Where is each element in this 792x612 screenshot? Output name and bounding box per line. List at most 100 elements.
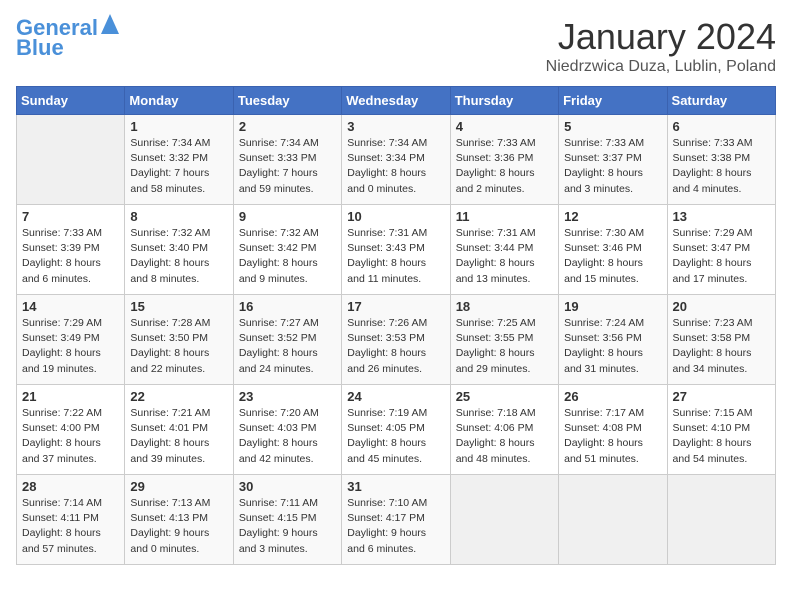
day-number: 26 — [564, 389, 661, 404]
calendar-cell — [667, 475, 775, 565]
calendar-cell — [17, 115, 125, 205]
day-info: Sunrise: 7:18 AMSunset: 4:06 PMDaylight:… — [456, 406, 553, 467]
logo: General Blue — [16, 16, 119, 60]
day-info: Sunrise: 7:19 AMSunset: 4:05 PMDaylight:… — [347, 406, 444, 467]
calendar-cell: 6 Sunrise: 7:33 AMSunset: 3:38 PMDaylight… — [667, 115, 775, 205]
calendar-cell: 13Sunrise: 7:29 AMSunset: 3:47 PMDayligh… — [667, 205, 775, 295]
day-info: Sunrise: 7:27 AMSunset: 3:52 PMDaylight:… — [239, 316, 336, 377]
calendar-cell: 27Sunrise: 7:15 AMSunset: 4:10 PMDayligh… — [667, 385, 775, 475]
day-number: 8 — [130, 209, 227, 224]
header-friday: Friday — [559, 87, 667, 115]
week-row-1: 7 Sunrise: 7:33 AMSunset: 3:39 PMDaylight… — [17, 205, 776, 295]
day-number: 17 — [347, 299, 444, 314]
day-number: 23 — [239, 389, 336, 404]
day-info: Sunrise: 7:15 AMSunset: 4:10 PMDaylight:… — [673, 406, 770, 467]
header-tuesday: Tuesday — [233, 87, 341, 115]
day-number: 15 — [130, 299, 227, 314]
calendar-cell: 23 Sunrise: 7:20 AMSunset: 4:03 PMDayligh… — [233, 385, 341, 475]
calendar-cell: 31 Sunrise: 7:10 AMSunset: 4:17 PMDayligh… — [342, 475, 450, 565]
logo-triangle-icon — [101, 14, 119, 34]
week-row-4: 28 Sunrise: 7:14 AMSunset: 4:11 PMDayligh… — [17, 475, 776, 565]
calendar-cell: 16 Sunrise: 7:27 AMSunset: 3:52 PMDayligh… — [233, 295, 341, 385]
calendar-cell: 1Sunrise: 7:34 AMSunset: 3:32 PMDaylight… — [125, 115, 233, 205]
calendar-cell: 20Sunrise: 7:23 AMSunset: 3:58 PMDayligh… — [667, 295, 775, 385]
calendar-cell: 5 Sunrise: 7:33 AMSunset: 3:37 PMDaylight… — [559, 115, 667, 205]
day-info: Sunrise: 7:34 AMSunset: 3:33 PMDaylight:… — [239, 136, 336, 197]
day-info: Sunrise: 7:31 AMSunset: 3:44 PMDaylight:… — [456, 226, 553, 287]
day-info: Sunrise: 7:29 AMSunset: 3:47 PMDaylight:… — [673, 226, 770, 287]
title-section: January 2024 Niedrzwica Duza, Lublin, Po… — [546, 16, 776, 76]
day-info: Sunrise: 7:17 AMSunset: 4:08 PMDaylight:… — [564, 406, 661, 467]
day-number: 4 — [456, 119, 553, 134]
page-header: General Blue January 2024 Niedrzwica Duz… — [16, 16, 776, 76]
calendar-cell: 11 Sunrise: 7:31 AMSunset: 3:44 PMDayligh… — [450, 205, 558, 295]
day-number: 7 — [22, 209, 119, 224]
day-number: 21 — [22, 389, 119, 404]
day-number: 12 — [564, 209, 661, 224]
day-info: Sunrise: 7:34 AMSunset: 3:32 PMDaylight:… — [130, 136, 227, 197]
day-info: Sunrise: 7:13 AMSunset: 4:13 PMDaylight:… — [130, 496, 227, 557]
header-sunday: Sunday — [17, 87, 125, 115]
calendar-body: 1Sunrise: 7:34 AMSunset: 3:32 PMDaylight… — [17, 115, 776, 565]
day-info: Sunrise: 7:20 AMSunset: 4:03 PMDaylight:… — [239, 406, 336, 467]
calendar-cell: 4 Sunrise: 7:33 AMSunset: 3:36 PMDaylight… — [450, 115, 558, 205]
day-info: Sunrise: 7:10 AMSunset: 4:17 PMDaylight:… — [347, 496, 444, 557]
week-row-3: 21 Sunrise: 7:22 AMSunset: 4:00 PMDayligh… — [17, 385, 776, 475]
day-info: Sunrise: 7:33 AMSunset: 3:37 PMDaylight:… — [564, 136, 661, 197]
header-saturday: Saturday — [667, 87, 775, 115]
day-info: Sunrise: 7:14 AMSunset: 4:11 PMDaylight:… — [22, 496, 119, 557]
calendar-cell: 30 Sunrise: 7:11 AMSunset: 4:15 PMDayligh… — [233, 475, 341, 565]
calendar-cell: 14Sunrise: 7:29 AMSunset: 3:49 PMDayligh… — [17, 295, 125, 385]
day-number: 24 — [347, 389, 444, 404]
calendar-table: SundayMondayTuesdayWednesdayThursdayFrid… — [16, 86, 776, 565]
calendar-cell: 29 Sunrise: 7:13 AMSunset: 4:13 PMDayligh… — [125, 475, 233, 565]
day-number: 18 — [456, 299, 553, 314]
day-number: 22 — [130, 389, 227, 404]
day-number: 20 — [673, 299, 770, 314]
day-number: 19 — [564, 299, 661, 314]
day-number: 25 — [456, 389, 553, 404]
day-info: Sunrise: 7:11 AMSunset: 4:15 PMDaylight:… — [239, 496, 336, 557]
day-info: Sunrise: 7:32 AMSunset: 3:40 PMDaylight:… — [130, 226, 227, 287]
calendar-cell: 21 Sunrise: 7:22 AMSunset: 4:00 PMDayligh… — [17, 385, 125, 475]
day-info: Sunrise: 7:30 AMSunset: 3:46 PMDaylight:… — [564, 226, 661, 287]
day-info: Sunrise: 7:25 AMSunset: 3:55 PMDaylight:… — [456, 316, 553, 377]
calendar-cell: 8 Sunrise: 7:32 AMSunset: 3:40 PMDaylight… — [125, 205, 233, 295]
calendar-cell: 17Sunrise: 7:26 AMSunset: 3:53 PMDayligh… — [342, 295, 450, 385]
day-number: 16 — [239, 299, 336, 314]
day-info: Sunrise: 7:31 AMSunset: 3:43 PMDaylight:… — [347, 226, 444, 287]
day-number: 29 — [130, 479, 227, 494]
day-info: Sunrise: 7:32 AMSunset: 3:42 PMDaylight:… — [239, 226, 336, 287]
calendar-cell: 24 Sunrise: 7:19 AMSunset: 4:05 PMDayligh… — [342, 385, 450, 475]
calendar-cell: 9Sunrise: 7:32 AMSunset: 3:42 PMDaylight… — [233, 205, 341, 295]
day-info: Sunrise: 7:22 AMSunset: 4:00 PMDaylight:… — [22, 406, 119, 467]
calendar-cell — [450, 475, 558, 565]
day-info: Sunrise: 7:24 AMSunset: 3:56 PMDaylight:… — [564, 316, 661, 377]
calendar-cell: 22Sunrise: 7:21 AMSunset: 4:01 PMDayligh… — [125, 385, 233, 475]
day-number: 6 — [673, 119, 770, 134]
day-number: 11 — [456, 209, 553, 224]
calendar-cell — [559, 475, 667, 565]
logo-text-blue: Blue — [16, 36, 64, 60]
calendar-header-row: SundayMondayTuesdayWednesdayThursdayFrid… — [17, 87, 776, 115]
day-info: Sunrise: 7:34 AMSunset: 3:34 PMDaylight:… — [347, 136, 444, 197]
calendar-cell: 18 Sunrise: 7:25 AMSunset: 3:55 PMDayligh… — [450, 295, 558, 385]
month-title: January 2024 — [546, 16, 776, 58]
calendar-cell: 7 Sunrise: 7:33 AMSunset: 3:39 PMDaylight… — [17, 205, 125, 295]
day-number: 30 — [239, 479, 336, 494]
week-row-0: 1Sunrise: 7:34 AMSunset: 3:32 PMDaylight… — [17, 115, 776, 205]
day-number: 31 — [347, 479, 444, 494]
header-monday: Monday — [125, 87, 233, 115]
day-number: 28 — [22, 479, 119, 494]
calendar-cell: 28 Sunrise: 7:14 AMSunset: 4:11 PMDayligh… — [17, 475, 125, 565]
day-info: Sunrise: 7:33 AMSunset: 3:36 PMDaylight:… — [456, 136, 553, 197]
day-number: 10 — [347, 209, 444, 224]
day-number: 14 — [22, 299, 119, 314]
day-info: Sunrise: 7:33 AMSunset: 3:39 PMDaylight:… — [22, 226, 119, 287]
calendar-cell: 26 Sunrise: 7:17 AMSunset: 4:08 PMDayligh… — [559, 385, 667, 475]
calendar-cell: 19 Sunrise: 7:24 AMSunset: 3:56 PMDayligh… — [559, 295, 667, 385]
day-number: 5 — [564, 119, 661, 134]
week-row-2: 14Sunrise: 7:29 AMSunset: 3:49 PMDayligh… — [17, 295, 776, 385]
header-thursday: Thursday — [450, 87, 558, 115]
day-info: Sunrise: 7:33 AMSunset: 3:38 PMDaylight:… — [673, 136, 770, 197]
